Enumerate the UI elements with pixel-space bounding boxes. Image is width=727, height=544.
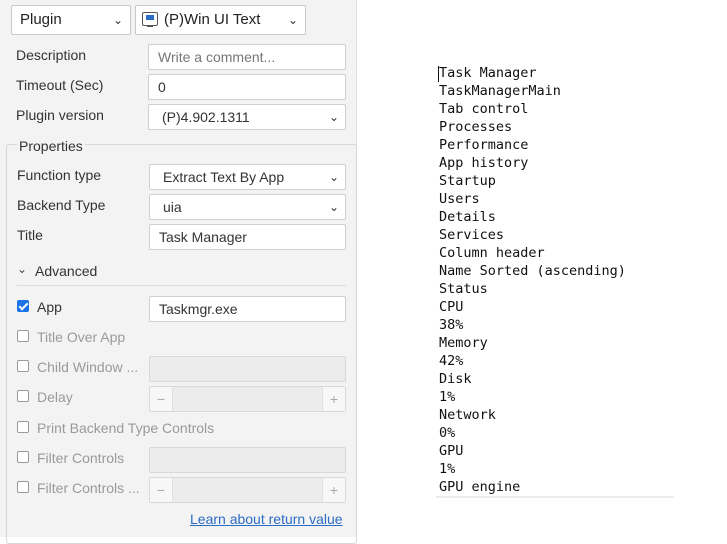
output-line: CPU	[439, 299, 464, 315]
chevron-down-icon: ⌄	[287, 13, 298, 27]
action-select-value: (P)Win UI Text	[164, 11, 261, 28]
minus-icon: −	[150, 478, 173, 502]
plugin-version-value: (P)4.902.1311	[162, 109, 250, 125]
child-window-checkbox[interactable]	[17, 360, 29, 372]
chevron-down-icon: ⌄	[328, 110, 339, 124]
output-line: Tab control	[439, 101, 529, 117]
description-input[interactable]: Write a comment...	[148, 44, 346, 70]
plus-icon: +	[322, 387, 345, 411]
delay-label: Delay	[37, 389, 73, 405]
output-line: 42%	[439, 353, 464, 369]
filter-controls-2-checkbox[interactable]	[17, 481, 29, 493]
function-type-label: Function type	[17, 167, 102, 183]
output-text: Task Manager TaskManagerMain Tab control Pr…	[436, 64, 674, 496]
properties-panel: Plugin ⌄ (P)Win UI Text ⌄ Description Wr…	[0, 0, 357, 544]
output-line: Details	[439, 209, 496, 225]
action-select[interactable]: (P)Win UI Text ⌄	[135, 5, 306, 35]
advanced-toggle[interactable]: ⌄ Advanced	[17, 262, 337, 282]
output-line: Startup	[439, 173, 496, 189]
output-line: Performance	[439, 137, 529, 153]
output-line: App history	[439, 155, 529, 171]
timeout-label: Timeout (Sec)	[16, 77, 104, 93]
chevron-down-icon: ⌄	[112, 13, 123, 27]
backend-type-value: uia	[163, 199, 182, 215]
minus-icon: −	[150, 387, 173, 411]
delay-checkbox[interactable]	[17, 390, 29, 402]
plugin-version-select[interactable]: (P)4.902.1311 ⌄	[148, 104, 346, 130]
output-line: Disk	[439, 371, 472, 387]
output-line: Processes	[439, 119, 513, 135]
chevron-down-icon: ⌄	[328, 200, 339, 214]
filter-controls-input	[149, 447, 346, 473]
app-label: App	[37, 299, 62, 315]
delay-stepper: − +	[149, 386, 346, 412]
filter-controls-2-label: Filter Controls ...	[37, 480, 140, 496]
output-line: Status	[439, 281, 488, 297]
output-line: Memory	[439, 335, 488, 351]
output-line: Services	[439, 227, 505, 243]
chevron-down-icon: ⌄	[328, 170, 339, 184]
output-line: 38%	[439, 317, 464, 333]
print-backend-checkbox[interactable]	[17, 421, 29, 433]
advanced-divider	[17, 285, 346, 286]
app-input[interactable]: Taskmgr.exe	[149, 296, 346, 322]
app-checkbox[interactable]	[17, 300, 29, 312]
output-line: 1%	[439, 461, 456, 477]
plus-icon: +	[322, 478, 345, 502]
output-line: Users	[439, 191, 480, 207]
print-backend-label: Print Backend Type Controls	[37, 420, 215, 436]
output-line: Name Sorted (ascending)	[439, 263, 626, 279]
backend-type-label: Backend Type	[17, 197, 106, 213]
output-line: GPU engine	[439, 479, 521, 495]
title-label: Title	[17, 227, 43, 243]
title-over-app-checkbox[interactable]	[17, 330, 29, 342]
advanced-label: Advanced	[35, 263, 98, 279]
output-line: Task Manager	[439, 65, 537, 81]
output-line: 0%	[439, 425, 456, 441]
output-line: Column header	[439, 245, 545, 261]
text-cursor	[438, 66, 439, 82]
backend-type-select[interactable]: uia ⌄	[149, 194, 346, 220]
filter-controls-2-stepper: − +	[149, 477, 346, 503]
output-line: 1%	[439, 389, 456, 405]
timeout-input[interactable]: 0	[148, 74, 346, 100]
function-type-select[interactable]: Extract Text By App ⌄	[149, 164, 346, 190]
child-window-label: Child Window ...	[37, 359, 139, 375]
output-text-area[interactable]: Task Manager TaskManagerMain Tab control Pr…	[436, 64, 674, 498]
filter-controls-label: Filter Controls	[37, 450, 125, 466]
plugin-select[interactable]: Plugin ⌄	[11, 5, 131, 35]
monitor-icon	[142, 12, 158, 27]
return-value-link[interactable]: Learn about return value	[190, 511, 343, 527]
properties-title: Properties	[17, 138, 85, 154]
title-over-app-label: Title Over App	[37, 329, 126, 345]
description-label: Description	[16, 47, 87, 63]
output-line: Network	[439, 407, 496, 423]
plugin-version-label: Plugin version	[16, 107, 104, 123]
chevron-down-icon: ⌄	[17, 262, 28, 276]
child-window-input	[149, 356, 346, 382]
function-type-value: Extract Text By App	[163, 169, 285, 185]
plugin-select-value: Plugin	[20, 11, 62, 28]
filter-controls-checkbox[interactable]	[17, 451, 29, 463]
output-line: GPU	[439, 443, 464, 459]
output-line: TaskManagerMain	[439, 83, 561, 99]
title-input[interactable]: Task Manager	[149, 224, 346, 250]
